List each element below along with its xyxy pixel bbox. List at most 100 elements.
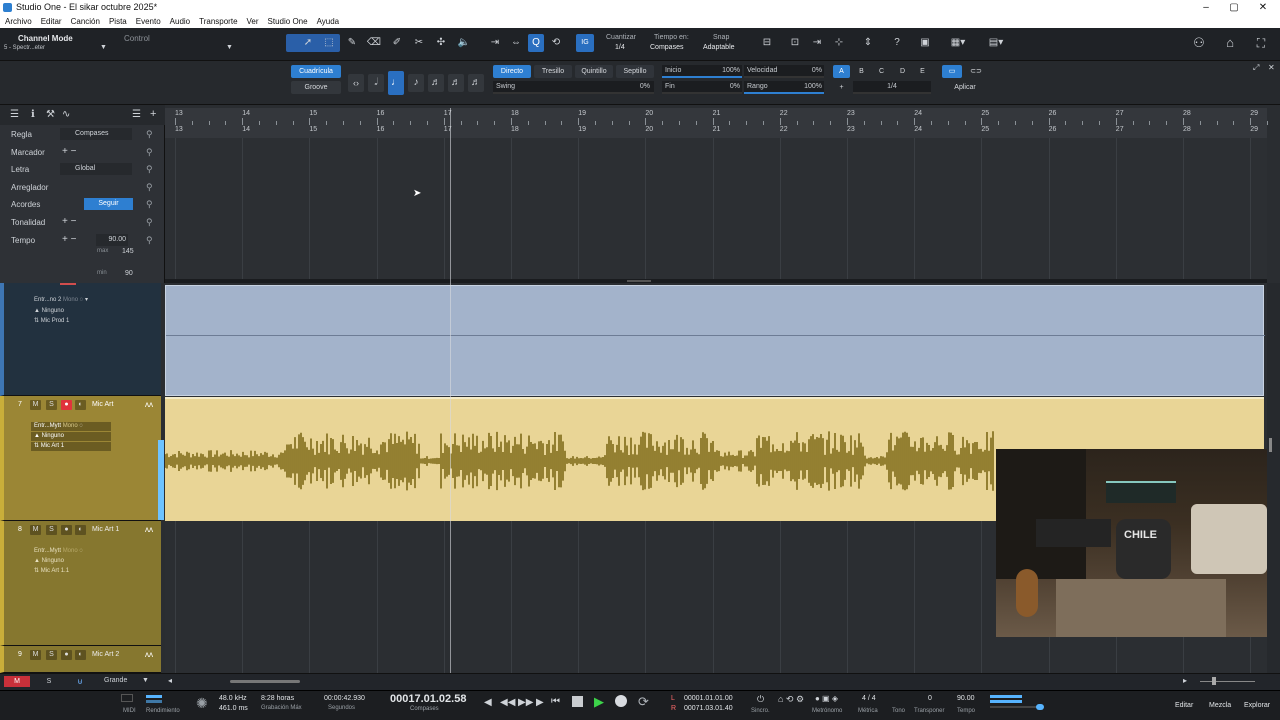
menu-studio-one[interactable]: Studio One bbox=[263, 15, 312, 28]
quantize-value[interactable]: 1/4 bbox=[615, 44, 625, 51]
paint-tool-icon[interactable]: ✐ bbox=[389, 34, 405, 52]
global-track-icon[interactable]: ⚲ bbox=[146, 199, 153, 210]
master-volume-handle[interactable] bbox=[1036, 704, 1044, 710]
track-mic-art-1[interactable]: 8 M S ● ◐ Mic Art 1 ᴧᴧ Entr...Mytt Mono … bbox=[0, 521, 161, 646]
mute-button[interactable]: M bbox=[30, 650, 41, 660]
fast-forward-icon[interactable]: ▶▶ bbox=[518, 697, 533, 708]
mono-icon[interactable]: ◌ bbox=[80, 297, 84, 303]
pencil-tool-icon[interactable]: ✎ bbox=[344, 34, 360, 52]
close-button[interactable]: ✕ bbox=[1248, 0, 1278, 15]
menu-audio[interactable]: Audio bbox=[165, 15, 194, 28]
slot-b[interactable]: B bbox=[853, 65, 870, 78]
mono-icon[interactable]: ◌ bbox=[79, 548, 83, 554]
track-mic-art-2[interactable]: 9 M S ● ◐ Mic Art 2 ᴧᴧ bbox=[0, 646, 161, 673]
track-mic-art-1-route[interactable]: ▲ Ninguno bbox=[31, 557, 111, 566]
play-button[interactable]: ▶ bbox=[594, 694, 604, 710]
scroll-right-icon[interactable]: ▸ bbox=[1183, 676, 1187, 685]
stop-button[interactable] bbox=[572, 696, 583, 707]
slot-c[interactable]: C bbox=[873, 65, 890, 78]
split-view-icon[interactable]: ⊹ bbox=[831, 34, 847, 52]
slot-e[interactable]: E bbox=[914, 65, 931, 78]
slot-a[interactable]: A bbox=[833, 65, 850, 78]
note-eighth-icon[interactable]: ♪ bbox=[408, 74, 424, 92]
loop-button-icon[interactable]: ⟳ bbox=[638, 694, 649, 710]
info-icon[interactable]: ℹ bbox=[31, 109, 35, 120]
note-quarter-icon[interactable]: ♩ bbox=[388, 71, 404, 95]
autoscroll-icon[interactable]: ⟲ bbox=[548, 34, 564, 52]
menu-evento[interactable]: Evento bbox=[131, 15, 165, 28]
global-track-icon[interactable]: ⚲ bbox=[146, 147, 153, 158]
detach-icon[interactable]: ⤢ bbox=[1253, 63, 1259, 73]
audio-event-prod[interactable] bbox=[165, 285, 1265, 396]
stretch-tool-icon[interactable]: ⇔ bbox=[508, 34, 524, 52]
listen-tool-icon[interactable]: 🔈 bbox=[456, 34, 472, 52]
menu-ayuda[interactable]: Ayuda bbox=[312, 15, 344, 28]
global-track-icon[interactable]: ⚲ bbox=[146, 217, 153, 228]
add-remove-buttons[interactable]: + − bbox=[62, 234, 76, 245]
move-right-icon[interactable]: ⇥ bbox=[809, 34, 825, 52]
note-triplet-icon[interactable]: ‹› bbox=[348, 74, 364, 92]
playhead[interactable] bbox=[450, 108, 451, 673]
menu-pista[interactable]: Pista bbox=[104, 15, 131, 28]
global-track-icon[interactable]: ⚲ bbox=[146, 164, 153, 175]
help-button[interactable]: ? bbox=[889, 34, 905, 52]
fin-slider[interactable]: Fin 0% bbox=[662, 81, 742, 94]
inicio-slider[interactable]: Inicio 100% bbox=[662, 65, 742, 78]
global-track-key[interactable]: Tonalidad + − ⚲ bbox=[0, 215, 165, 232]
forward-end-icon[interactable]: ▶ bbox=[536, 697, 544, 708]
position-display[interactable]: 00017.01.02.58 bbox=[390, 693, 466, 705]
solo-button[interactable]: S bbox=[46, 650, 57, 660]
track-name[interactable]: Mic Art 1 bbox=[92, 526, 119, 533]
wrench-icon[interactable]: ⚒ bbox=[46, 109, 55, 120]
global-track-select[interactable]: Global bbox=[60, 163, 132, 176]
track-mic-art-input[interactable]: Entr...Mytt Mono ◌ bbox=[31, 422, 111, 431]
menu-cancion[interactable]: Canción bbox=[66, 15, 104, 28]
channel-mode-label[interactable]: Channel Mode bbox=[18, 34, 73, 43]
timeline-ruler[interactable]: 13 13 14 14 15 15 16 16 17 17 18 18 19 19 20 20 21 21 22 22… bbox=[165, 108, 1268, 138]
metronome-icon[interactable]: ⌂ ⟲ ⚙ bbox=[778, 694, 804, 705]
global-mute-button[interactable]: M bbox=[4, 676, 30, 687]
record-button[interactable] bbox=[615, 695, 627, 707]
note-32nd-icon[interactable]: ♬ bbox=[448, 74, 464, 92]
global-track-lyrics[interactable]: Letra Global ⚲ bbox=[0, 162, 165, 179]
global-track-marker[interactable]: Marcador + − ⚲ bbox=[0, 145, 165, 162]
user-icon[interactable]: ⚇ bbox=[1190, 34, 1208, 52]
mode-septillo[interactable]: Septillo bbox=[616, 65, 654, 78]
divider-handle[interactable] bbox=[627, 280, 651, 282]
track-mic-art-1-output[interactable]: ⇅ Mic Art 1.1 bbox=[31, 567, 111, 576]
solo-button[interactable]: S bbox=[46, 400, 57, 410]
eraser-tool-icon[interactable]: ⌫ bbox=[366, 34, 382, 52]
note-half-icon[interactable]: 𝅗𝅥 bbox=[368, 74, 384, 92]
fullscreen-icon[interactable]: ⛶ bbox=[1252, 34, 1270, 52]
note-16th-icon[interactable]: ♬ bbox=[428, 74, 444, 92]
link-icon[interactable]: ⊍ bbox=[70, 676, 90, 687]
grid-tab[interactable]: Cuadrícula bbox=[291, 65, 341, 78]
apply-button[interactable]: Aplicar bbox=[944, 81, 986, 94]
add-remove-buttons[interactable]: + − bbox=[62, 216, 76, 227]
global-track-icon[interactable]: ⚲ bbox=[146, 235, 153, 246]
ig-button[interactable]: IG bbox=[576, 34, 594, 52]
automation-icon[interactable]: ∿ bbox=[62, 109, 70, 120]
record-arm-icon[interactable]: ● bbox=[61, 650, 72, 660]
rewind-start-icon[interactable]: ◀ bbox=[484, 697, 492, 708]
global-track-select[interactable]: Compases bbox=[60, 128, 132, 140]
note-64th-icon[interactable]: ♬ bbox=[468, 74, 484, 92]
track-mic-art-output[interactable]: ⇅ Mic Art 1 bbox=[31, 442, 111, 451]
mono-icon[interactable]: ◌ bbox=[79, 423, 83, 429]
slot-d[interactable]: D bbox=[894, 65, 911, 78]
automation-icon[interactable]: ᴧᴧ bbox=[145, 400, 153, 409]
right-marker[interactable]: 00071.03.01.40 bbox=[684, 705, 733, 712]
range-tool-icon[interactable]: ⬚ bbox=[321, 34, 337, 52]
apply-groove-icon[interactable]: ⊂⊃ bbox=[966, 65, 986, 78]
seconds-display[interactable]: 00:00:42.930 bbox=[324, 695, 365, 702]
track-prod-input[interactable]: Entr...no 2 Mono ◌ ▾ bbox=[31, 296, 111, 305]
film-icon[interactable]: ▣ bbox=[917, 34, 933, 52]
global-solo-button[interactable]: S bbox=[36, 676, 62, 687]
monitor-icon[interactable]: ◐ bbox=[75, 525, 86, 535]
follow-chords-button[interactable]: Seguir bbox=[84, 198, 133, 211]
mute-button[interactable]: M bbox=[30, 525, 41, 535]
dropdown-icon[interactable]: ▾ bbox=[85, 297, 88, 303]
left-marker[interactable]: 00001.01.01.00 bbox=[684, 695, 733, 702]
track-mic-art[interactable]: 7 M S ● ◐ Mic Art ᴧᴧ Entr...Mytt Mono ◌ … bbox=[0, 396, 161, 521]
arrow-tool-icon[interactable]: ➚ bbox=[300, 34, 316, 52]
